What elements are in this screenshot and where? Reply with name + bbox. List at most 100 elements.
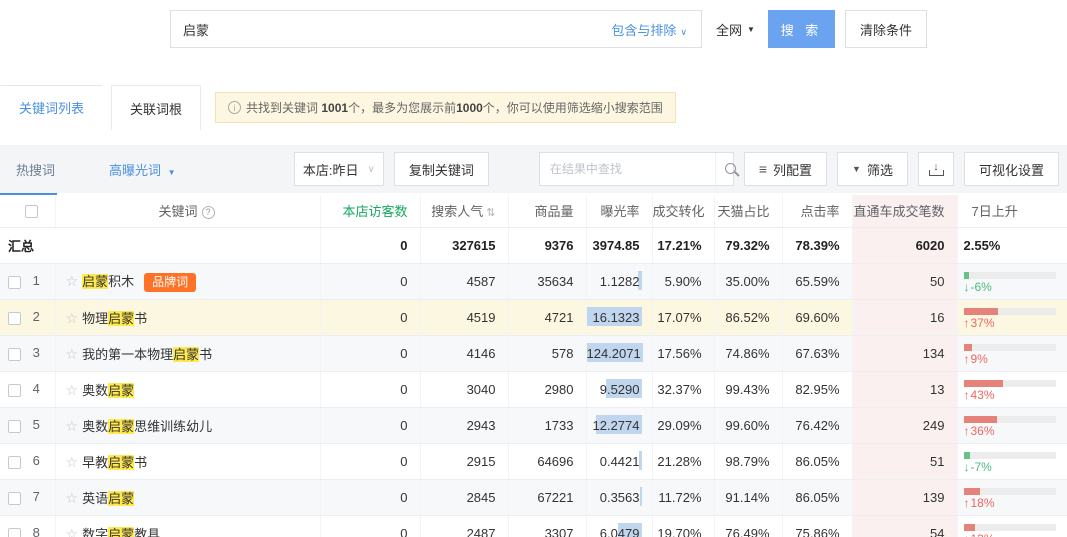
clear-conditions-button[interactable]: 清除条件 (845, 10, 927, 48)
row-index: 7 (33, 489, 40, 504)
cell-ctr: 69.60% (782, 299, 852, 335)
tab-keyword-list[interactable]: 关键词列表 (0, 85, 103, 130)
result-search-input[interactable] (540, 153, 715, 185)
cell-7day-trend: ↑13% (957, 515, 1067, 537)
trend-bar-track (964, 308, 1056, 315)
header-tmall-share[interactable]: 天猫占比 (714, 195, 782, 227)
header-search-popularity[interactable]: 搜索人气⇅ (420, 195, 508, 227)
row-checkbox[interactable] (8, 420, 21, 433)
cell-ztc: 13 (852, 371, 957, 407)
keyword-text[interactable]: 奥数启蒙思维训练幼儿 (82, 419, 212, 434)
header-7day-rise[interactable]: 7日上升 (957, 195, 1067, 227)
keyword-search-input[interactable] (171, 11, 611, 47)
sort-icon[interactable]: ⇅ (486, 207, 495, 219)
search-section: 包含与排除∨ 全网 ▼ 搜 索 清除条件 (0, 0, 1067, 85)
summary-visitors: 0 (320, 227, 420, 263)
trend-bar-fill (964, 488, 981, 495)
keyword-text[interactable]: 物理启蒙书 (82, 311, 147, 326)
store-date-select[interactable]: 本店:昨日 ∨ (294, 152, 384, 186)
cell-products: 35634 (508, 263, 586, 299)
header-store-visitors[interactable]: 本店访客数 (320, 195, 420, 227)
star-icon[interactable]: ☆ (66, 490, 79, 506)
search-icon[interactable] (715, 153, 733, 185)
trend-bar-fill (964, 380, 1004, 387)
cell-visitors: 0 (320, 371, 420, 407)
cell-tmall: 74.86% (714, 335, 782, 371)
trend-bar-track (964, 452, 1056, 459)
scope-dropdown[interactable]: 全网 ▼ (716, 10, 755, 48)
keyword-text[interactable]: 数字启蒙教具 (82, 527, 160, 537)
table-header-row: 关键词? 本店访客数 搜索人气⇅ 商品量 曝光率 成交转化 天猫占比 点击率 直… (0, 195, 1067, 227)
table-row: 2 ☆物理启蒙书 0 4519 4721 16.1323 17.07% 86.5… (0, 299, 1067, 335)
cell-popularity: 2845 (420, 479, 508, 515)
keyword-highlight: 启蒙 (108, 383, 134, 398)
hot-search-words-tab[interactable]: 热搜词 (0, 160, 71, 179)
table-row: 3 ☆我的第一本物理启蒙书 0 4146 578 124.2071 17.56%… (0, 335, 1067, 371)
row-checkbox[interactable] (8, 312, 21, 325)
trend-arrow-icon: ↓ (964, 460, 970, 474)
copy-keywords-button[interactable]: 复制关键词 (394, 152, 489, 186)
download-button[interactable]: ↓ (918, 152, 954, 186)
cell-visitors: 0 (320, 263, 420, 299)
star-icon[interactable]: ☆ (66, 382, 79, 398)
keyword-analysis-page: 包含与排除∨ 全网 ▼ 搜 索 清除条件 关键词列表 关联词根 i 共找到关键词… (0, 0, 1067, 537)
high-exposure-dropdown[interactable]: 高曝光词 ▼ (109, 160, 176, 179)
row-checkbox[interactable] (8, 456, 21, 469)
keyword-text[interactable]: 启蒙积木 (82, 274, 134, 289)
toolbar-right-group: 本店:昨日 ∨ 复制关键词 ≡ 列配置 ▼ 筛选 ↓ 可视化设置 (294, 152, 1059, 186)
star-icon[interactable]: ☆ (66, 346, 79, 362)
row-checkbox[interactable] (8, 276, 21, 289)
keyword-text[interactable]: 我的第一本物理启蒙书 (82, 347, 212, 362)
column-config-label: 列配置 (773, 160, 812, 179)
filter-button[interactable]: ▼ 筛选 (837, 152, 908, 186)
trend-bar-track (964, 488, 1056, 495)
star-icon[interactable]: ☆ (66, 418, 79, 434)
row-checkbox[interactable] (8, 384, 21, 397)
search-button[interactable]: 搜 索 (768, 10, 835, 48)
keyword-text[interactable]: 早教启蒙书 (82, 455, 147, 470)
star-icon[interactable]: ☆ (66, 454, 79, 470)
include-exclude-link[interactable]: 包含与排除∨ (611, 20, 701, 39)
cell-tmall: 99.43% (714, 371, 782, 407)
header-ctr[interactable]: 点击率 (782, 195, 852, 227)
cell-ctr: 86.05% (782, 479, 852, 515)
keyword-text[interactable]: 奥数启蒙 (82, 383, 134, 398)
trend-bar-track (964, 380, 1056, 387)
cell-ztc: 139 (852, 479, 957, 515)
visual-settings-button[interactable]: 可视化设置 (964, 152, 1059, 186)
banner-text: 共找到关键词 1001个，最多为您展示前1000个，你可以使用筛选缩小搜索范围 (246, 99, 663, 116)
cell-exposure: 6.0479 (586, 515, 652, 537)
star-icon[interactable]: ☆ (66, 273, 79, 289)
header-product-count[interactable]: 商品量 (508, 195, 586, 227)
tab-related-roots[interactable]: 关联词根 (111, 85, 201, 130)
keyword-text[interactable]: 英语启蒙 (82, 491, 134, 506)
row-checkbox[interactable] (8, 492, 21, 505)
cell-products: 3307 (508, 515, 586, 537)
cell-exposure: 0.4421 (586, 443, 652, 479)
cell-exposure: 0.3563 (586, 479, 652, 515)
cell-products: 1733 (508, 407, 586, 443)
star-icon[interactable]: ☆ (66, 526, 79, 537)
row-checkbox[interactable] (8, 528, 21, 537)
header-exposure-rate[interactable]: 曝光率 (586, 195, 652, 227)
scope-label: 全网 (716, 20, 742, 39)
keywords-table: 关键词? 本店访客数 搜索人气⇅ 商品量 曝光率 成交转化 天猫占比 点击率 直… (0, 195, 1067, 537)
cell-products: 578 (508, 335, 586, 371)
help-icon[interactable]: ? (202, 206, 215, 219)
cell-exposure: 16.1323 (586, 299, 652, 335)
select-all-checkbox[interactable] (25, 205, 38, 218)
cell-ztc: 249 (852, 407, 957, 443)
column-config-button[interactable]: ≡ 列配置 (744, 152, 827, 186)
header-ztc-orders[interactable]: 直通车成交笔数 (852, 195, 957, 227)
row-checkbox[interactable] (8, 348, 21, 361)
table-row: 6 ☆早教启蒙书 0 2915 64696 0.4421 21.28% 98.7… (0, 443, 1067, 479)
cell-conversion: 32.37% (652, 371, 714, 407)
header-conversion[interactable]: 成交转化 (652, 195, 714, 227)
cell-tmall: 91.14% (714, 479, 782, 515)
star-icon[interactable]: ☆ (66, 310, 79, 326)
row-index: 6 (33, 453, 40, 468)
header-keyword[interactable]: 关键词? (55, 195, 320, 227)
include-exclude-label: 包含与排除 (611, 23, 676, 38)
trend-bar-fill (964, 272, 970, 279)
cell-tmall: 99.60% (714, 407, 782, 443)
